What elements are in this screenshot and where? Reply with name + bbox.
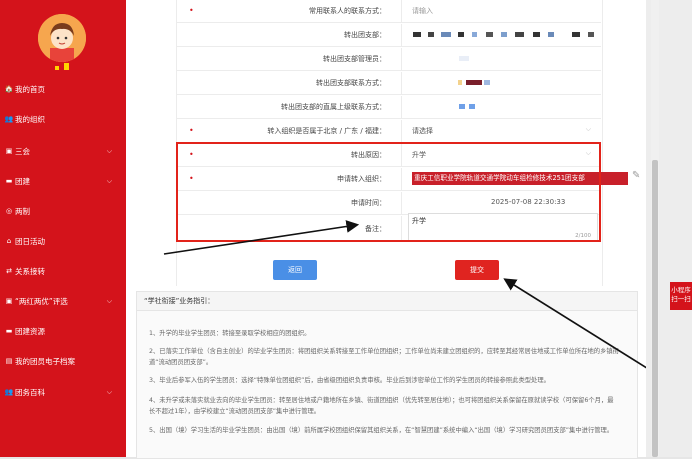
arrow-to-submit [503,278,659,376]
annotation-arrows [163,220,659,376]
scrollbar-thumb[interactable] [652,160,658,457]
mini-program-qr[interactable]: 小程序 扫一扫 [670,282,692,310]
mini-program-label: 小程序 扫一扫 [671,286,691,303]
arrow-to-remark [163,220,360,255]
